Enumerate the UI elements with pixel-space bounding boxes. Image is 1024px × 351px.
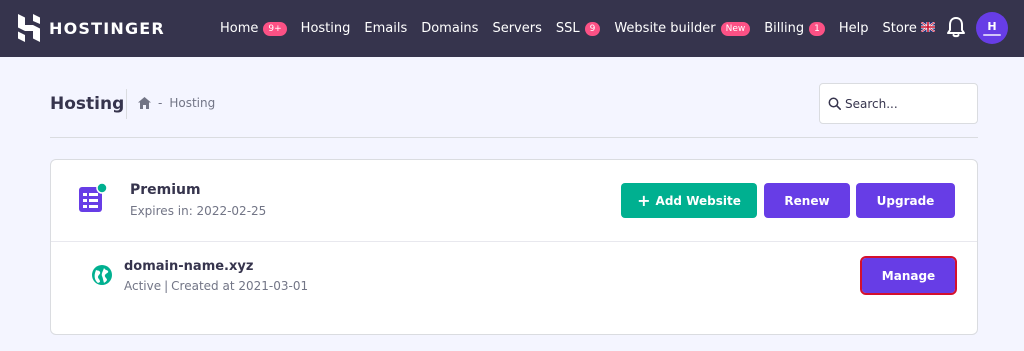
hostinger-logo[interactable]: HOSTINGER <box>18 14 165 42</box>
breadcrumb: - Hosting <box>138 96 215 110</box>
nav-item-ssl[interactable]: SSL 9 <box>555 21 601 36</box>
nav-item-help[interactable]: Help <box>839 21 869 36</box>
upgrade-label: Upgrade <box>876 193 935 208</box>
nav-item-servers[interactable]: Servers <box>492 21 541 36</box>
breadcrumb-current: Hosting <box>169 96 216 110</box>
manage-button[interactable]: Manage <box>860 256 957 295</box>
plan-expiry: Expires in: 2022-02-25 <box>130 204 267 218</box>
manage-label: Manage <box>881 268 936 283</box>
search-icon <box>828 97 841 110</box>
nav-label: Domains <box>421 21 479 36</box>
meta-separator: | <box>164 279 169 293</box>
upgrade-button[interactable]: Upgrade <box>856 183 955 218</box>
nav-label: Emails <box>364 21 408 36</box>
add-website-label: Add Website <box>655 193 741 208</box>
avatar-caption <box>983 33 1001 36</box>
nav-item-hosting[interactable]: Hosting <box>301 21 351 36</box>
add-website-button[interactable]: + Add Website <box>621 183 757 218</box>
nav-label: Website builder <box>614 21 716 36</box>
uk-flag-icon[interactable] <box>921 22 935 32</box>
nav-item-home[interactable]: Home 9+ <box>220 21 287 36</box>
plus-icon: + <box>637 190 651 210</box>
breadcrumb-separator: - <box>158 96 163 110</box>
nav-badge: 9 <box>584 21 601 36</box>
nav-label: Home <box>220 21 259 36</box>
nav-badge: New <box>720 21 751 36</box>
nav-label: SSL <box>555 21 580 36</box>
header-divider <box>126 89 127 119</box>
hostinger-logo-icon <box>18 14 40 42</box>
brand-name: HOSTINGER <box>49 18 165 38</box>
nav-label: Servers <box>492 21 542 36</box>
renew-button[interactable]: Renew <box>764 183 850 218</box>
card-divider <box>51 241 977 242</box>
main-nav: Home 9+ Hosting Emails Domains Servers S… <box>220 0 917 57</box>
top-navbar: HOSTINGER Home 9+ Hosting Emails Domains… <box>0 0 1024 57</box>
section-divider <box>50 137 978 138</box>
nav-item-store[interactable]: Store <box>882 21 916 36</box>
globe-icon <box>92 265 112 285</box>
nav-item-domains[interactable]: Domains <box>421 21 478 36</box>
nav-label: Billing <box>764 21 805 36</box>
nav-label: Hosting <box>300 21 351 36</box>
avatar[interactable]: H <box>976 12 1008 44</box>
nav-item-emails[interactable]: Emails <box>364 21 407 36</box>
home-icon[interactable] <box>138 97 151 109</box>
nav-badge: 1 <box>809 21 825 36</box>
plan-name: Premium <box>130 182 201 198</box>
renew-label: Renew <box>784 193 830 208</box>
search-input[interactable] <box>845 96 975 111</box>
search-box[interactable] <box>819 83 978 124</box>
domain-created-date: Created at 2021-03-01 <box>171 279 309 293</box>
hosting-plan-icon <box>79 182 108 212</box>
nav-item-website-builder[interactable]: Website builder New <box>614 21 751 36</box>
domain-name: domain-name.xyz <box>124 259 254 274</box>
domain-status: Active <box>124 279 162 293</box>
nav-label: Store <box>882 21 917 36</box>
bell-icon[interactable] <box>946 16 966 38</box>
nav-badge: 9+ <box>263 21 287 36</box>
page-title: Hosting <box>50 94 125 114</box>
nav-item-billing[interactable]: Billing 1 <box>764 21 825 36</box>
avatar-logo-icon: H <box>987 19 997 33</box>
nav-label: Help <box>838 21 869 36</box>
domain-meta: Active | Created at 2021-03-01 <box>124 279 308 293</box>
hosting-plan-card: Premium Expires in: 2022-02-25 + Add Web… <box>50 159 978 335</box>
